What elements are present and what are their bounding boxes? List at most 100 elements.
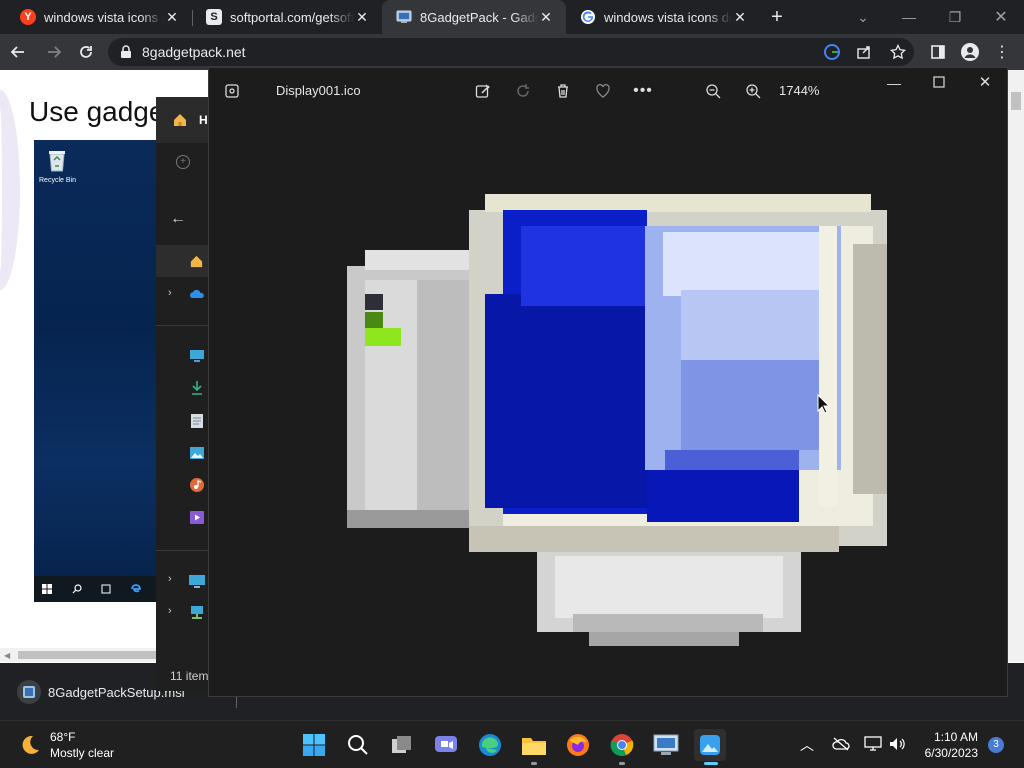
browser-toolbar: 8gadgetpack.net ⋮ — [0, 34, 1024, 70]
clock-date: 6/30/2023 — [924, 746, 978, 760]
zoom-out-icon[interactable] — [703, 81, 723, 101]
close-window-button[interactable]: ✕ — [975, 72, 995, 92]
windows-start-icon — [42, 584, 52, 594]
clock[interactable]: 1:10 AM 6/30/2023 — [918, 727, 982, 763]
close-tab-icon[interactable]: ✕ — [164, 9, 180, 25]
screen: Y windows vista icons pa ✕ S softportal.… — [0, 0, 1024, 768]
tab-search-icon[interactable]: ⌄ — [840, 0, 886, 34]
zoom-in-icon[interactable] — [743, 81, 763, 101]
explorer-tab-label: H — [199, 113, 208, 127]
explorer-tab[interactable]: H — [156, 97, 216, 143]
search-icon — [348, 735, 368, 755]
items-count: 11 item — [170, 669, 209, 683]
network-status-icon[interactable] — [864, 736, 882, 752]
taskbar-edge[interactable] — [474, 729, 506, 761]
weather-widget[interactable]: 68°F Mostly clear — [14, 727, 154, 763]
tab-title: softportal.com/getsoft — [230, 9, 354, 25]
forward-button[interactable] — [42, 40, 66, 64]
running-indicator — [531, 762, 537, 765]
scrollbar-thumb[interactable] — [1011, 92, 1021, 110]
maximize-button[interactable] — [929, 72, 949, 92]
back-arrow-icon[interactable]: ← — [170, 210, 186, 228]
recycle-bin-desktop-item: Recycle Bin — [39, 148, 76, 184]
bookmark-star-icon[interactable] — [890, 44, 906, 60]
notification-badge[interactable]: 3 — [988, 737, 1004, 753]
expand-chevron-icon[interactable]: › — [168, 287, 172, 299]
expand-chevron-icon[interactable]: › — [168, 573, 172, 585]
network-icon — [191, 606, 203, 619]
show-hidden-icons-chevron[interactable]: ︿ — [800, 735, 814, 755]
expand-chevron-icon[interactable]: › — [168, 605, 172, 617]
running-indicator — [619, 762, 625, 765]
minimize-button[interactable]: — — [886, 0, 932, 34]
taskbar-search-button[interactable] — [342, 729, 374, 761]
clock-time: 1:10 AM — [933, 730, 978, 744]
google-icon[interactable] — [824, 44, 840, 60]
desktop-screenshot-image: Recycle Bin — [34, 140, 158, 602]
rotate-icon[interactable] — [513, 81, 533, 101]
tab-title: windows vista icons pa — [44, 9, 164, 25]
url-text: 8gadgetpack.net — [142, 44, 246, 60]
windows-taskbar: 68°F Mostly clear ︿ 1:10 AM 6/30/2023 3 — [0, 720, 1024, 768]
edit-image-icon[interactable] — [473, 81, 493, 101]
favorite-heart-icon[interactable] — [593, 81, 613, 101]
softportal-icon: S — [206, 9, 222, 25]
close-tab-icon[interactable]: ✕ — [354, 9, 370, 25]
start-button[interactable] — [298, 729, 330, 761]
close-tab-icon[interactable]: ✕ — [732, 9, 748, 25]
edge-icon — [479, 734, 501, 756]
photos-viewer-window: Display001.ico ••• 1744% — ✕ — [208, 67, 1008, 697]
taskbar-chrome[interactable] — [606, 729, 638, 765]
zoom-level[interactable]: 1744% — [779, 83, 819, 98]
share-icon[interactable] — [856, 44, 872, 60]
reload-button[interactable] — [74, 40, 98, 64]
onedrive-icon — [190, 289, 204, 298]
taskbar-8gadgetpack[interactable] — [650, 729, 682, 761]
gallery-icon[interactable] — [222, 81, 242, 101]
profile-avatar[interactable] — [958, 40, 982, 64]
recycle-bin-icon — [49, 151, 65, 172]
back-button[interactable] — [6, 40, 30, 64]
minimize-button[interactable]: — — [884, 73, 904, 93]
side-panel-icon[interactable] — [926, 40, 950, 64]
search-icon — [72, 584, 82, 594]
nav-home-item[interactable] — [156, 245, 216, 277]
close-tab-icon[interactable]: ✕ — [538, 9, 554, 25]
restore-button[interactable]: ❐ — [932, 0, 978, 34]
tab-softportal[interactable]: S softportal.com/getsoft ✕ — [186, 0, 382, 34]
viewer-filename: Display001.ico — [276, 83, 361, 98]
videos-icon — [190, 511, 204, 524]
this-pc-icon — [189, 575, 205, 588]
tab-8gadgetpack[interactable]: 8GadgetPack - Gadget ✕ — [382, 0, 566, 34]
scroll-left-icon[interactable]: ◀ — [4, 651, 10, 660]
new-icon[interactable]: + — [176, 155, 190, 169]
task-view-icon — [392, 736, 411, 753]
taskbar-teams[interactable] — [430, 729, 462, 761]
taskbar-firefox[interactable] — [562, 729, 594, 761]
vertical-scrollbar[interactable] — [1008, 70, 1024, 648]
delete-icon[interactable] — [553, 81, 573, 101]
taskbar-file-explorer[interactable] — [518, 729, 550, 765]
decorative-swoosh — [0, 90, 20, 290]
tab-google[interactable]: windows vista icons do ✕ — [566, 0, 760, 34]
task-view-button[interactable] — [386, 729, 418, 761]
windows-start-icon — [303, 734, 325, 756]
mini-taskbar — [34, 576, 158, 602]
more-options-icon[interactable]: ••• — [633, 81, 653, 101]
more-menu-icon[interactable]: ⋮ — [990, 40, 1014, 64]
tab-yandex[interactable]: Y windows vista icons pa ✕ — [0, 0, 192, 34]
close-window-button[interactable]: ✕ — [978, 0, 1024, 34]
onedrive-offline-icon[interactable] — [832, 737, 850, 751]
taskbar-photos[interactable] — [694, 729, 726, 765]
edge-legacy-icon — [131, 584, 141, 593]
photos-icon — [700, 735, 720, 755]
new-tab-button[interactable]: + — [766, 7, 788, 29]
volume-icon[interactable] — [888, 736, 906, 752]
address-bar[interactable]: 8gadgetpack.net — [108, 38, 914, 66]
google-icon — [580, 9, 596, 25]
documents-icon — [191, 414, 203, 428]
lock-icon — [121, 45, 131, 58]
file-explorer-icon — [522, 738, 546, 755]
viewer-toolbar: Display001.ico ••• 1744% — ✕ — [209, 68, 1007, 114]
image-canvas[interactable] — [209, 114, 1007, 696]
